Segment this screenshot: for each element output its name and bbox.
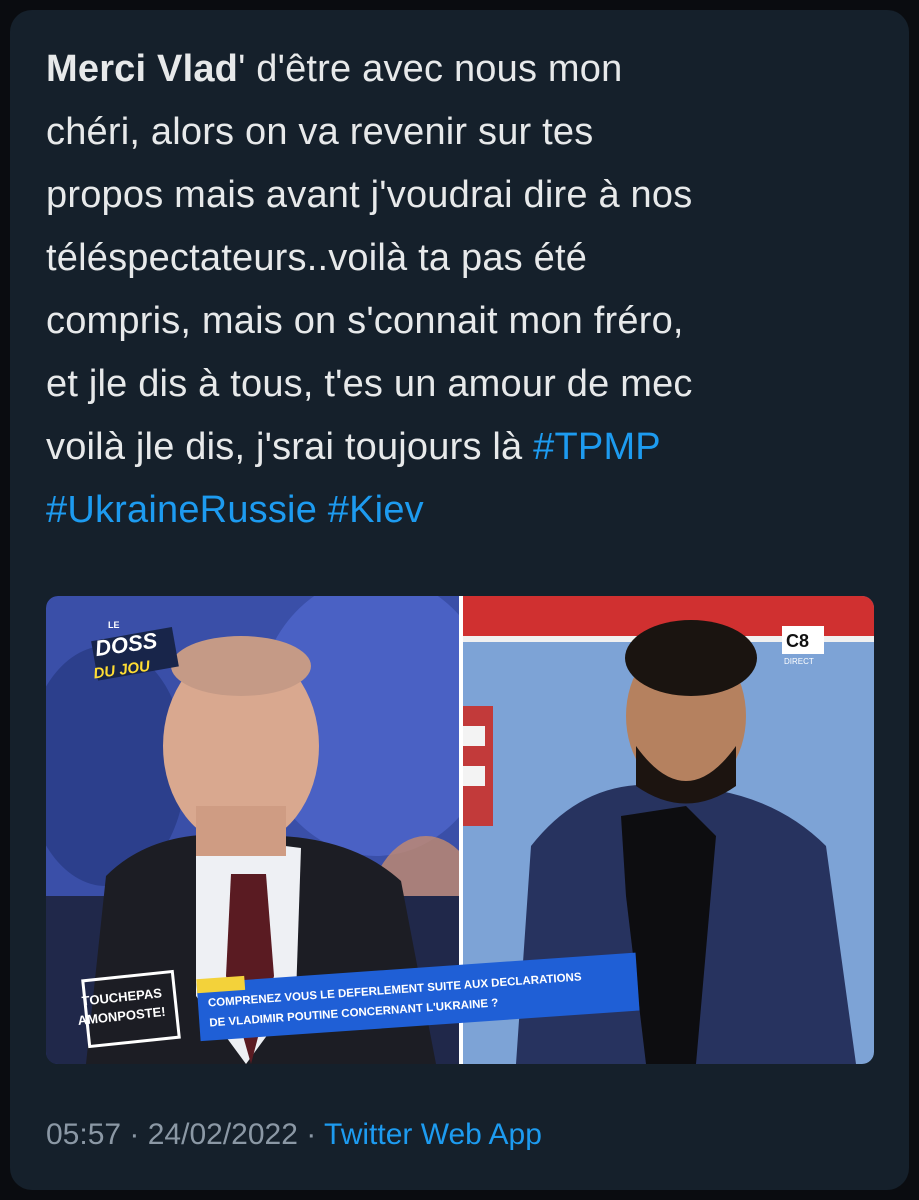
hashtag-kiev[interactable]: #Kiev [328, 489, 424, 531]
tweet-line-5: compris, mais on s'connait mon fréro, [46, 300, 684, 342]
tweet-card: Merci Vlad' d'être avec nous mon chéri, … [10, 10, 909, 1190]
meta-separator-1: · [121, 1118, 148, 1151]
hashtag-ukrainerussie[interactable]: #UkraineRussie [46, 489, 317, 531]
tweet-time[interactable]: 05:57 [46, 1118, 121, 1151]
direct-text: DIRECT [784, 657, 814, 666]
tweet-source[interactable]: Twitter Web App [324, 1118, 542, 1151]
hashtag-tpmp[interactable]: #TPMP [533, 426, 661, 468]
tweet-line-2: chéri, alors on va revenir sur tes [46, 111, 594, 153]
tweet-media-image[interactable]: LE DOSS DU JOU TOUCHEPAS AMONPOSTE! C8 D… [46, 596, 874, 1064]
c8-text: C8 [786, 631, 809, 651]
tweet-meta: 05:57 · 24/02/2022 · Twitter Web App [46, 1118, 542, 1152]
meta-separator-2: · [297, 1118, 325, 1151]
tweet-line-4: téléspectateurs..voilà ta pas été [46, 237, 588, 279]
tweet-author-mention: Merci Vlad [46, 48, 239, 90]
tweet-date[interactable]: 24/02/2022 [148, 1118, 298, 1151]
tweet-line-6: et jle dis à tous, t'es un amour de mec [46, 363, 693, 405]
tweet-line-3: propos mais avant j'voudrai dire à nos [46, 174, 693, 216]
tweet-line-1: ' d'être avec nous mon [238, 48, 623, 90]
logo-le-text: LE [108, 620, 120, 630]
tweet-text: Merci Vlad' d'être avec nous mon chéri, … [46, 38, 886, 542]
tweet-line-7: voilà jle dis, j'srai toujours là [46, 426, 534, 468]
